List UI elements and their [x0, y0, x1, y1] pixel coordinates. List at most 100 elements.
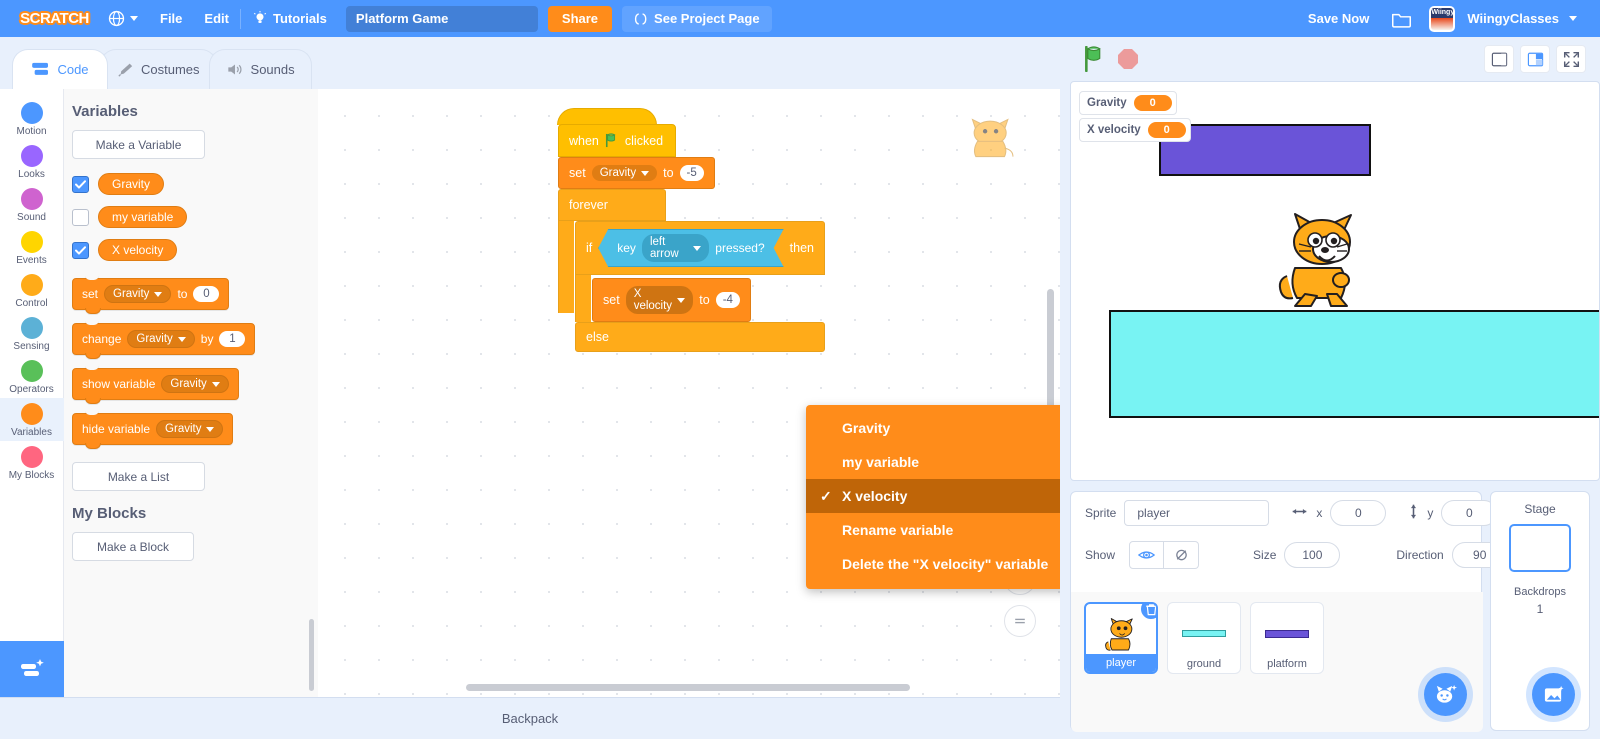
make-a-block-button[interactable]: Make a Block — [72, 532, 194, 561]
block-change-dropdown[interactable]: Gravity — [127, 330, 195, 348]
small-stage-layout-button[interactable] — [1484, 45, 1514, 73]
code-canvas[interactable]: when clicked set Gravity to -5 forever i… — [318, 89, 1060, 697]
category-operators[interactable]: Operators — [0, 355, 64, 398]
variable-pill-gravity[interactable]: Gravity — [98, 173, 165, 195]
variable-pill-my-variable[interactable]: my variable — [98, 206, 188, 228]
sprite-card-ground[interactable]: ground — [1167, 602, 1241, 674]
sprite-size-input[interactable] — [1284, 542, 1341, 568]
block-forever[interactable]: forever — [558, 189, 666, 221]
block-else[interactable]: else — [575, 322, 825, 352]
backpack-bar[interactable]: Backpack — [0, 697, 1060, 739]
stop-button[interactable] — [1118, 49, 1138, 69]
dropdown-item-gravity[interactable]: Gravity — [806, 411, 1060, 445]
account-menu[interactable]: Wiingy WiingyClasses — [1423, 0, 1588, 37]
key-label: key — [617, 241, 636, 255]
block-when-flag-clicked[interactable]: when clicked — [558, 124, 677, 157]
sprite-name-input[interactable] — [1124, 500, 1270, 526]
palette-block-change-variable[interactable]: change Gravity by 1 — [72, 320, 256, 359]
large-stage-layout-button[interactable] — [1520, 45, 1550, 73]
sprite-watermark-icon — [971, 118, 1014, 158]
menu-edit[interactable]: Edit — [193, 0, 240, 37]
block-set-dropdown[interactable]: Gravity — [104, 285, 172, 303]
stage-sprite-platform[interactable] — [1159, 124, 1371, 176]
dropdown-item-rename-variable[interactable]: Rename variable — [806, 513, 1060, 547]
globe-icon — [108, 10, 125, 27]
sprite-card-player[interactable]: player — [1084, 602, 1158, 674]
variable-checkbox-my-variable[interactable] — [72, 208, 89, 226]
variable-checkbox-gravity[interactable] — [72, 175, 89, 193]
block-set-x-velocity[interactable]: set X velocity to -4 — [592, 278, 751, 322]
canvas-vertical-scrollbar[interactable] — [1047, 289, 1054, 409]
set-gravity-dropdown[interactable]: Gravity — [591, 165, 658, 181]
palette-block-hide-variable[interactable]: hide variable Gravity — [72, 410, 234, 449]
variable-dropdown-menu[interactable]: Gravity my variable ✓ X velocity Rename … — [806, 405, 1060, 589]
script-stack[interactable]: when clicked set Gravity to -5 forever i… — [557, 108, 825, 352]
block-hide-dropdown[interactable]: Gravity — [156, 420, 224, 438]
x-axis-icon — [1291, 506, 1308, 520]
category-looks[interactable]: Looks — [0, 140, 64, 183]
block-set-gravity[interactable]: set Gravity to -5 — [558, 157, 715, 189]
tab-costumes[interactable]: Costumes — [100, 49, 217, 89]
language-selector[interactable] — [97, 0, 149, 37]
category-variables[interactable]: Variables — [0, 398, 64, 441]
category-motion[interactable]: Motion — [0, 97, 64, 140]
variable-checkbox-x-velocity[interactable] — [72, 241, 89, 259]
project-title-input[interactable] — [345, 5, 538, 32]
category-events[interactable]: Events — [0, 226, 64, 269]
zoom-reset-button[interactable] — [1004, 605, 1036, 637]
fullscreen-button[interactable] — [1556, 45, 1586, 73]
dropdown-item-delete-variable[interactable]: Delete the "X velocity" variable — [806, 547, 1060, 581]
variable-monitor-x-velocity[interactable]: X velocity 0 — [1079, 118, 1191, 142]
green-flag-button[interactable] — [1082, 46, 1108, 72]
set-gravity-value[interactable]: -5 — [679, 165, 704, 181]
variable-monitor-gravity[interactable]: Gravity 0 — [1079, 91, 1177, 115]
stage-sprite-player[interactable] — [1271, 202, 1371, 314]
palette-block-set-variable[interactable]: set Gravity to 0 — [72, 275, 230, 314]
canvas-horizontal-scrollbar[interactable] — [466, 684, 910, 691]
block-change-value[interactable]: 1 — [219, 331, 246, 347]
category-sensing[interactable]: Sensing — [0, 312, 64, 355]
sprite-card-platform[interactable]: platform — [1250, 602, 1324, 674]
size-label: Size — [1253, 548, 1277, 562]
sprite-x-input[interactable] — [1330, 500, 1387, 526]
see-project-page-button[interactable]: See Project Page — [622, 5, 772, 32]
category-events-label: Events — [16, 255, 47, 266]
my-stuff-button[interactable] — [1380, 0, 1423, 37]
stage-sprite-ground[interactable] — [1109, 310, 1599, 418]
stage[interactable]: Gravity 0 X velocity 0 — [1070, 81, 1600, 481]
key-dropdown[interactable]: left arrow — [642, 234, 709, 262]
choose-a-backdrop-button[interactable] — [1532, 673, 1575, 716]
block-set-value[interactable]: 0 — [193, 286, 220, 302]
sprite-show-button[interactable] — [1129, 541, 1165, 569]
palette-scrollbar[interactable] — [309, 619, 314, 691]
set-xvel-dropdown[interactable]: X velocity — [625, 286, 694, 314]
block-if-then[interactable]: if key left arrow pressed? then — [575, 221, 825, 275]
dropdown-item-x-velocity[interactable]: ✓ X velocity — [806, 479, 1060, 513]
category-sound[interactable]: Sound — [0, 183, 64, 226]
set-xvel-value[interactable]: -4 — [715, 292, 740, 308]
make-a-variable-button[interactable]: Make a Variable — [72, 130, 205, 159]
variable-pill-x-velocity[interactable]: X velocity — [98, 239, 178, 261]
block-palette[interactable]: Variables Make a Variable Gravity my var… — [64, 89, 318, 697]
palette-block-show-variable[interactable]: show variable Gravity — [72, 365, 239, 404]
sprite-hide-button[interactable] — [1164, 541, 1200, 569]
menu-file[interactable]: File — [149, 0, 193, 37]
block-show-dropdown[interactable]: Gravity — [161, 375, 229, 393]
tab-code[interactable]: Code — [12, 49, 108, 89]
menu-tutorials[interactable]: Tutorials — [241, 0, 338, 37]
make-a-list-button[interactable]: Make a List — [72, 462, 205, 491]
share-button[interactable]: Share — [547, 5, 613, 32]
category-control[interactable]: Control — [0, 269, 64, 312]
save-now-button[interactable]: Save Now — [1297, 0, 1380, 37]
block-key-pressed[interactable]: key left arrow pressed? — [598, 229, 783, 267]
sprite-y-input[interactable] — [1441, 500, 1498, 526]
category-my-blocks[interactable]: My Blocks — [0, 441, 64, 484]
add-extension-button[interactable] — [0, 641, 64, 697]
delete-sprite-button[interactable] — [1139, 604, 1156, 621]
scratch-logo[interactable]: SCRATCH — [12, 7, 97, 31]
dropdown-item-my-variable[interactable]: my variable — [806, 445, 1060, 479]
category-sound-label: Sound — [17, 212, 46, 223]
stage-backdrop-thumbnail[interactable] — [1509, 524, 1571, 572]
tab-sounds[interactable]: Sounds — [208, 49, 312, 89]
choose-a-sprite-button[interactable] — [1424, 673, 1467, 716]
